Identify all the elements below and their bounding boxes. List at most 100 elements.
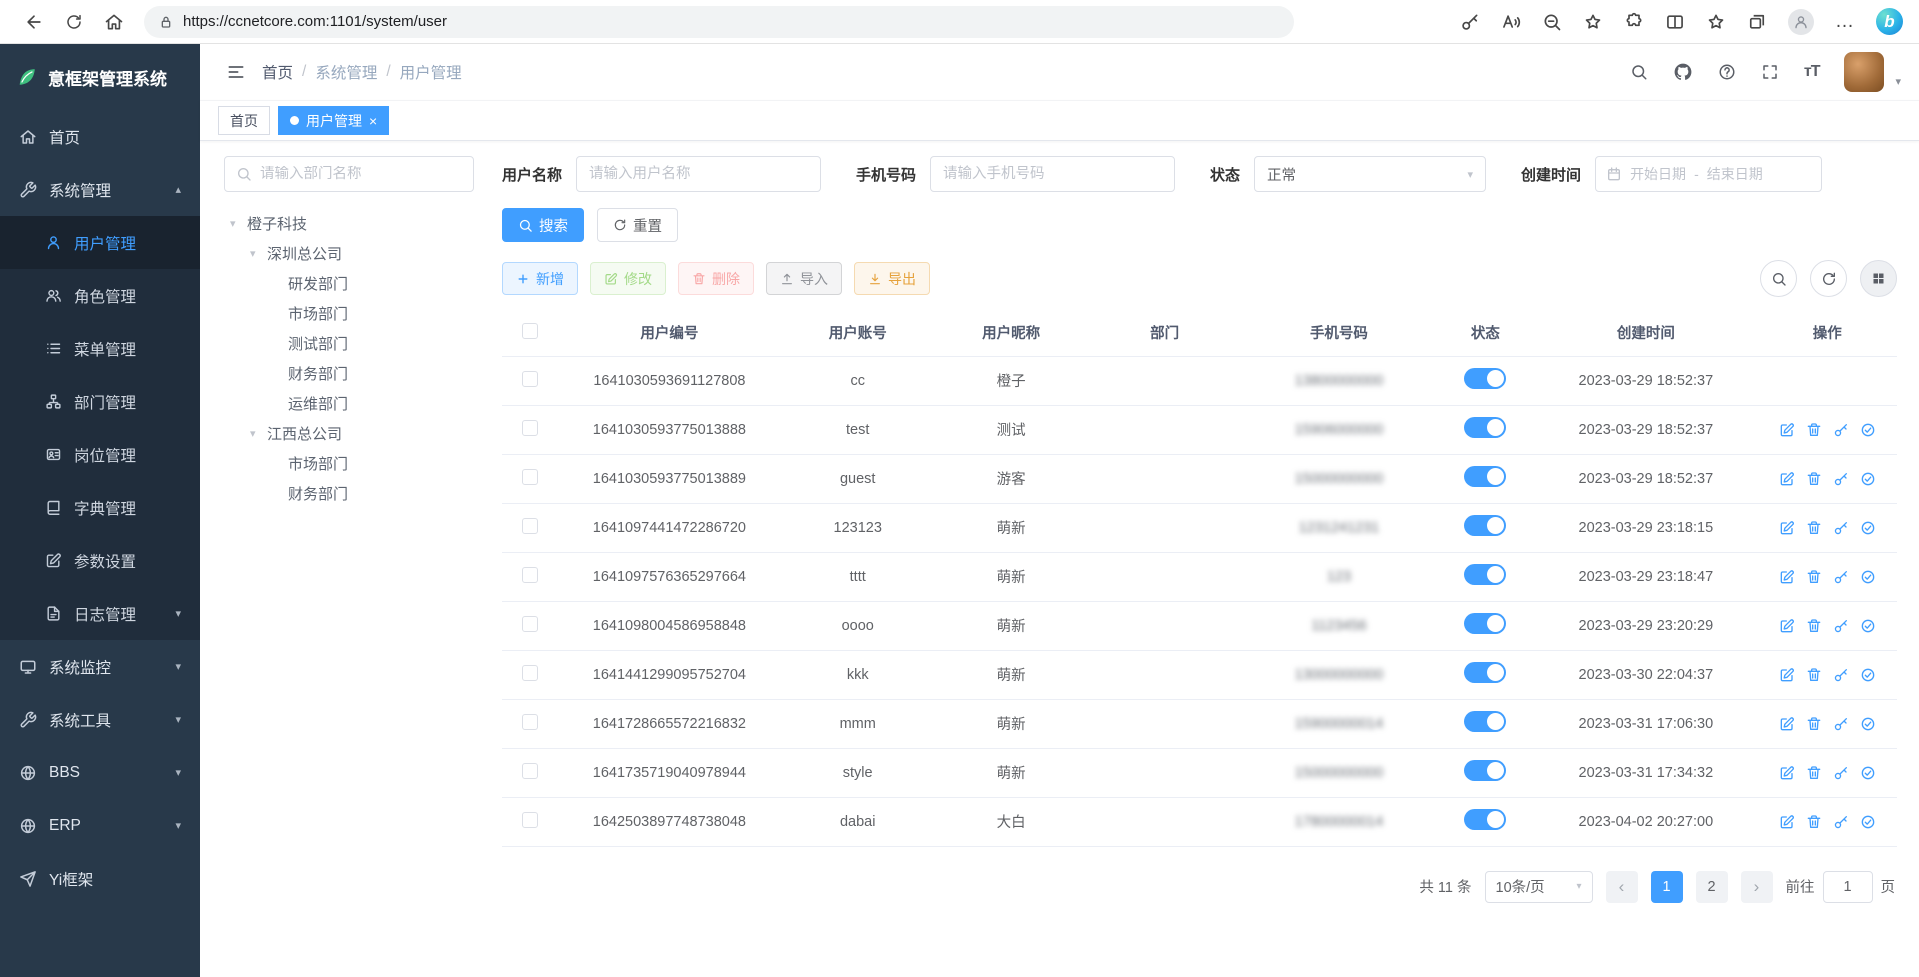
row-assign-role-icon[interactable] [1860, 667, 1876, 683]
row-delete-icon[interactable] [1806, 667, 1822, 683]
sidebar-item-home[interactable]: 首页 [0, 110, 200, 163]
row-assign-role-icon[interactable] [1860, 471, 1876, 487]
tab-home[interactable]: 首页 [218, 106, 270, 135]
user-avatar[interactable] [1844, 52, 1884, 92]
tree-node[interactable]: ▾江西总公司 [224, 418, 474, 448]
search-button[interactable]: 搜索 [502, 208, 584, 242]
row-assign-role-icon[interactable] [1860, 618, 1876, 634]
row-edit-icon[interactable] [1779, 569, 1795, 585]
column-settings-button[interactable] [1860, 260, 1897, 297]
row-edit-icon[interactable] [1779, 765, 1795, 781]
tree-node[interactable]: 研发部门 [224, 268, 474, 298]
status-toggle[interactable] [1464, 662, 1506, 683]
search-icon[interactable] [1630, 63, 1648, 81]
sidebar-item-role-mgmt[interactable]: 角色管理 [0, 269, 200, 322]
row-checkbox[interactable] [522, 469, 538, 485]
collections-icon[interactable] [1747, 12, 1767, 32]
row-delete-icon[interactable] [1806, 471, 1822, 487]
row-assign-role-icon[interactable] [1860, 716, 1876, 732]
row-edit-icon[interactable] [1779, 422, 1795, 438]
sidebar-item-dept-mgmt[interactable]: 部门管理 [0, 375, 200, 428]
row-assign-role-icon[interactable] [1860, 814, 1876, 830]
sidebar-item-dict-mgmt[interactable]: 字典管理 [0, 481, 200, 534]
row-delete-icon[interactable] [1806, 520, 1822, 536]
tab-user-mgmt[interactable]: 用户管理 × [278, 106, 389, 135]
font-size-icon[interactable]: тT [1804, 63, 1820, 81]
sidebar-item-yi-framework[interactable]: Yi框架 [0, 852, 200, 905]
row-reset-password-icon[interactable] [1833, 667, 1849, 683]
status-toggle[interactable] [1464, 368, 1506, 389]
sidebar-item-monitor[interactable]: 系统监控 ▾ [0, 640, 200, 693]
question-icon[interactable] [1718, 63, 1736, 81]
tree-node[interactable]: 财务部门 [224, 478, 474, 508]
export-button[interactable]: 导出 [854, 262, 930, 295]
row-checkbox[interactable] [522, 665, 538, 681]
row-reset-password-icon[interactable] [1833, 471, 1849, 487]
extensions-icon[interactable] [1624, 12, 1644, 32]
page-1-button[interactable]: 1 [1651, 871, 1683, 903]
row-reset-password-icon[interactable] [1833, 520, 1849, 536]
row-reset-password-icon[interactable] [1833, 765, 1849, 781]
reset-button[interactable]: 重置 [597, 208, 678, 242]
phone-input[interactable] [930, 156, 1175, 192]
row-reset-password-icon[interactable] [1833, 814, 1849, 830]
status-toggle[interactable] [1464, 809, 1506, 830]
row-checkbox[interactable] [522, 812, 538, 828]
browser-home-button[interactable] [96, 4, 132, 40]
sidebar-item-bbs[interactable]: BBS ▾ [0, 746, 200, 799]
refresh-table-button[interactable] [1810, 260, 1847, 297]
page-2-button[interactable]: 2 [1696, 871, 1728, 903]
status-toggle[interactable] [1464, 711, 1506, 732]
row-delete-icon[interactable] [1806, 716, 1822, 732]
row-edit-icon[interactable] [1779, 716, 1795, 732]
add-button[interactable]: 新增 [502, 262, 578, 295]
select-all-checkbox[interactable] [522, 323, 538, 339]
sidebar-item-tools[interactable]: 系统工具 ▾ [0, 693, 200, 746]
sidebar-item-log-mgmt[interactable]: 日志管理 ▾ [0, 587, 200, 640]
row-delete-icon[interactable] [1806, 765, 1822, 781]
row-delete-icon[interactable] [1806, 618, 1822, 634]
import-button[interactable]: 导入 [766, 262, 842, 295]
browser-more-icon[interactable]: … [1835, 11, 1855, 33]
tree-node[interactable]: 测试部门 [224, 328, 474, 358]
github-icon[interactable] [1673, 62, 1693, 82]
row-assign-role-icon[interactable] [1860, 422, 1876, 438]
sidebar-item-system[interactable]: 系统管理 ▴ [0, 163, 200, 216]
username-input[interactable] [576, 156, 821, 192]
sidebar-fold-icon[interactable] [218, 54, 254, 90]
status-toggle[interactable] [1464, 417, 1506, 438]
tree-node[interactable]: ▾深圳总公司 [224, 238, 474, 268]
prev-page-button[interactable]: ‹ [1606, 871, 1638, 903]
row-edit-icon[interactable] [1779, 667, 1795, 683]
row-edit-icon[interactable] [1779, 471, 1795, 487]
row-assign-role-icon[interactable] [1860, 569, 1876, 585]
row-delete-icon[interactable] [1806, 569, 1822, 585]
sidebar-item-user-mgmt[interactable]: 用户管理 [0, 216, 200, 269]
row-checkbox[interactable] [522, 567, 538, 583]
password-key-icon[interactable] [1460, 12, 1480, 32]
status-select[interactable]: 正常 ▾ [1254, 156, 1486, 192]
tree-node[interactable]: 市场部门 [224, 448, 474, 478]
add-favorite-icon[interactable] [1583, 12, 1603, 32]
bing-icon[interactable]: b [1876, 8, 1903, 35]
row-checkbox[interactable] [522, 518, 538, 534]
browser-profile-avatar[interactable] [1788, 9, 1814, 35]
address-bar[interactable]: https://ccnetcore.com:1101/system/user [144, 6, 1294, 38]
read-aloud-icon[interactable] [1501, 12, 1521, 32]
row-assign-role-icon[interactable] [1860, 520, 1876, 536]
row-checkbox[interactable] [522, 714, 538, 730]
status-toggle[interactable] [1464, 613, 1506, 634]
page-size-select[interactable]: 10条/页 ▾ [1485, 871, 1593, 903]
row-edit-icon[interactable] [1779, 618, 1795, 634]
browser-refresh-button[interactable] [56, 4, 92, 40]
row-checkbox[interactable] [522, 616, 538, 632]
edit-button[interactable]: 修改 [590, 262, 666, 295]
row-reset-password-icon[interactable] [1833, 716, 1849, 732]
caret-down-icon[interactable]: ▾ [230, 217, 242, 230]
status-toggle[interactable] [1464, 564, 1506, 585]
goto-page-input[interactable] [1823, 871, 1873, 903]
zoom-icon[interactable] [1542, 12, 1562, 32]
row-delete-icon[interactable] [1806, 814, 1822, 830]
row-checkbox[interactable] [522, 420, 538, 436]
browser-back-button[interactable] [16, 4, 52, 40]
